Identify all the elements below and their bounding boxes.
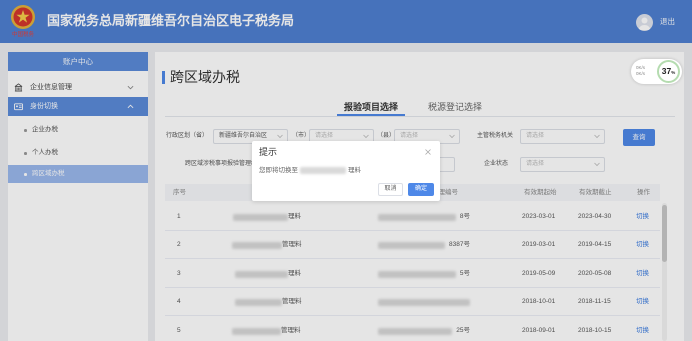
redacted-text	[300, 167, 346, 174]
dialog-title: 提示	[259, 147, 278, 157]
confirm-button[interactable]: 确定	[408, 183, 434, 196]
usage-percent-circle: 37%	[657, 60, 680, 83]
close-icon[interactable]	[425, 149, 431, 155]
confirm-dialog: 提示 您即将切换至 理料 取消 确定	[252, 141, 440, 201]
dialog-message: 您即将切换至 理料	[259, 166, 361, 175]
page-root: 中国税务 国家税务总局新疆维吾尔自治区电子税务局 退出 账户中心 企业信息管理	[0, 0, 692, 341]
cancel-button[interactable]: 取消	[378, 183, 403, 196]
speed-readout: 0K/s 0K/s	[636, 65, 645, 77]
usage-percent-unit: %	[671, 70, 676, 75]
download-speed: 0K/s	[636, 71, 646, 76]
dialog-message-suffix: 理料	[348, 167, 361, 174]
dialog-message-prefix: 您即将切换至	[259, 167, 298, 174]
usage-percent: 37	[661, 66, 672, 76]
network-speed-badge[interactable]: 0K/s 0K/s 37%	[631, 59, 682, 84]
